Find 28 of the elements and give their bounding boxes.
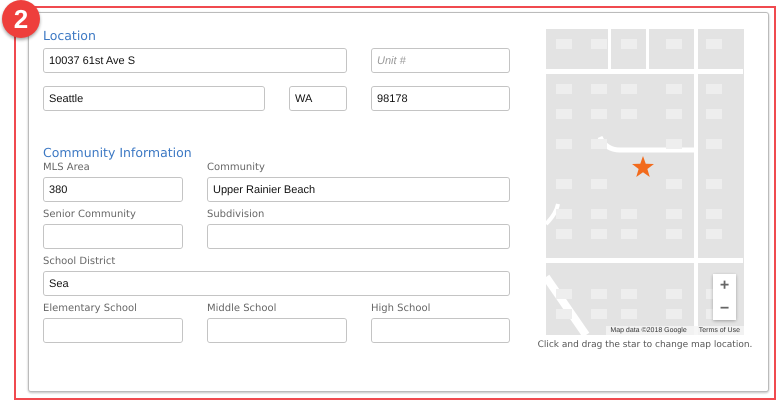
field-label: High School (371, 303, 432, 315)
zoom-out-button[interactable]: − (713, 297, 736, 320)
field-label: Elementary School (43, 303, 138, 315)
star-icon[interactable] (632, 156, 654, 177)
text-field[interactable] (43, 318, 183, 343)
text-field[interactable]: 380 (43, 177, 183, 202)
zoom-in-button[interactable]: + (713, 274, 736, 297)
text-field[interactable]: Upper Rainier Beach (207, 177, 510, 202)
text-field[interactable] (371, 318, 510, 343)
text-field[interactable]: 10037 61st Ave S (43, 48, 347, 73)
text-field[interactable]: Unit # (371, 48, 510, 73)
text-field[interactable] (43, 224, 183, 249)
text-field[interactable]: WA (289, 86, 347, 111)
field-label: Community (207, 162, 266, 174)
section-heading: Location (43, 29, 97, 43)
text-field[interactable] (207, 224, 510, 249)
field-label: Subdivision (207, 209, 266, 221)
text-field[interactable]: Seattle (43, 86, 265, 111)
text-field[interactable] (207, 318, 347, 343)
field-label: School District (43, 256, 116, 268)
field-label: Middle School (207, 303, 278, 315)
section-heading: Community Information (43, 146, 193, 160)
step-badge: 2 (2, 0, 40, 38)
text-field[interactable]: Sea (43, 271, 510, 296)
field-label: Senior Community (43, 209, 137, 221)
map-caption: Click and drag the star to change map location. (538, 340, 752, 350)
field-label: MLS Area (43, 162, 91, 174)
text-field[interactable]: 98178 (371, 86, 510, 111)
